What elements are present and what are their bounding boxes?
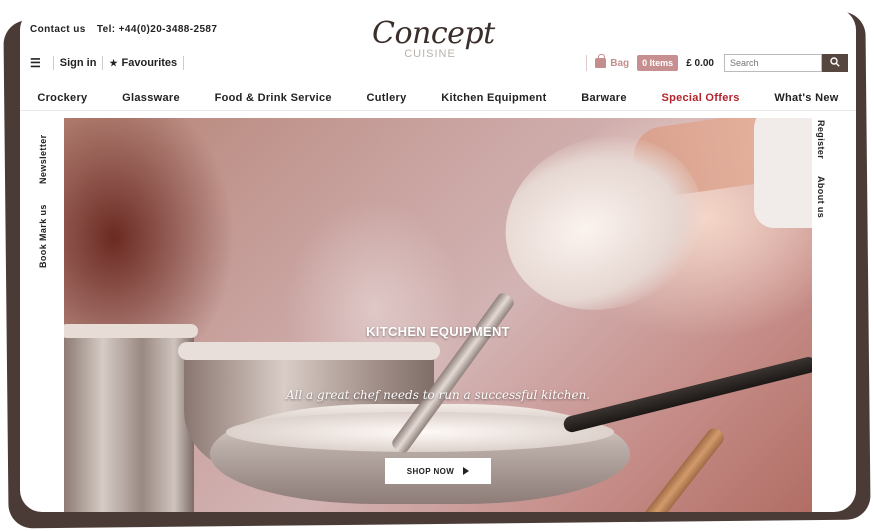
browser-page: Contact us Tel: +44(0)20-3488-2587 Conce… bbox=[20, 8, 856, 512]
nav-item-whats-new[interactable]: What's New bbox=[774, 92, 838, 104]
divider bbox=[183, 56, 185, 70]
hero-image-wooden-spoon bbox=[638, 425, 728, 512]
left-side-tabs: Newsletter Book Mark us bbox=[38, 118, 56, 268]
hero-image-stockpot bbox=[64, 324, 198, 512]
shopping-bag-icon bbox=[595, 54, 607, 68]
search-form bbox=[724, 54, 848, 72]
contact-us-link[interactable]: Contact us bbox=[30, 24, 86, 35]
bag-label: Bag bbox=[610, 57, 630, 69]
sign-in-link[interactable]: Sign in bbox=[60, 57, 97, 69]
favourites-link[interactable]: Favourites bbox=[122, 57, 178, 69]
contact-bar: Contact us Tel: +44(0)20-3488-2587 bbox=[30, 24, 225, 35]
shop-bar: Bag 0 Items £ 0.00 bbox=[586, 54, 848, 72]
site-logo[interactable]: Concept CUISINE bbox=[372, 16, 495, 61]
divider bbox=[52, 56, 54, 70]
search-icon bbox=[830, 56, 840, 67]
play-arrow-icon bbox=[463, 467, 470, 475]
nav-item-crockery[interactable]: Crockery bbox=[37, 92, 87, 104]
main-nav: Crockery Glassware Food & Drink Service … bbox=[20, 88, 856, 111]
register-tab[interactable]: Register bbox=[816, 120, 826, 159]
logo-script: Concept bbox=[372, 16, 495, 51]
phone-number[interactable]: Tel: +44(0)20-3488-2587 bbox=[97, 24, 217, 35]
hamburger-menu-icon[interactable]: ☰ bbox=[30, 56, 41, 70]
about-us-tab[interactable]: About us bbox=[816, 176, 826, 218]
hero-subtitle: All a great chef needs to run a successf… bbox=[285, 388, 591, 402]
shop-now-label: SHOP NOW bbox=[406, 466, 455, 476]
nav-item-special-offers[interactable]: Special Offers bbox=[661, 92, 739, 104]
nav-item-food-drink-service[interactable]: Food & Drink Service bbox=[215, 92, 332, 104]
star-icon: ★ bbox=[109, 57, 118, 68]
nav-item-barware[interactable]: Barware bbox=[581, 92, 627, 104]
search-input[interactable] bbox=[724, 54, 822, 72]
hero-title: KITCHEN EQUIPMENT bbox=[366, 324, 510, 339]
search-button[interactable] bbox=[822, 54, 848, 72]
nav-item-cutlery[interactable]: Cutlery bbox=[367, 92, 407, 104]
nav-item-kitchen-equipment[interactable]: Kitchen Equipment bbox=[441, 92, 546, 104]
cart-total: £ 0.00 bbox=[686, 57, 714, 69]
hero-image-sleeve bbox=[754, 118, 812, 228]
divider bbox=[586, 55, 588, 71]
account-bar: ☰ Sign in ★ Favourites bbox=[30, 56, 190, 70]
right-side-tabs: Register About us bbox=[812, 118, 830, 268]
cart-items-badge[interactable]: 0 Items bbox=[637, 55, 679, 71]
divider bbox=[102, 56, 104, 70]
shop-now-button[interactable]: SHOP NOW bbox=[385, 458, 491, 484]
bookmark-tab[interactable]: Book Mark us bbox=[38, 204, 48, 268]
hero-banner: KITCHEN EQUIPMENT All a great chef needs… bbox=[64, 118, 812, 512]
newsletter-tab[interactable]: Newsletter bbox=[38, 134, 48, 184]
bag-link[interactable]: Bag bbox=[595, 54, 630, 69]
nav-item-glassware[interactable]: Glassware bbox=[122, 92, 180, 104]
